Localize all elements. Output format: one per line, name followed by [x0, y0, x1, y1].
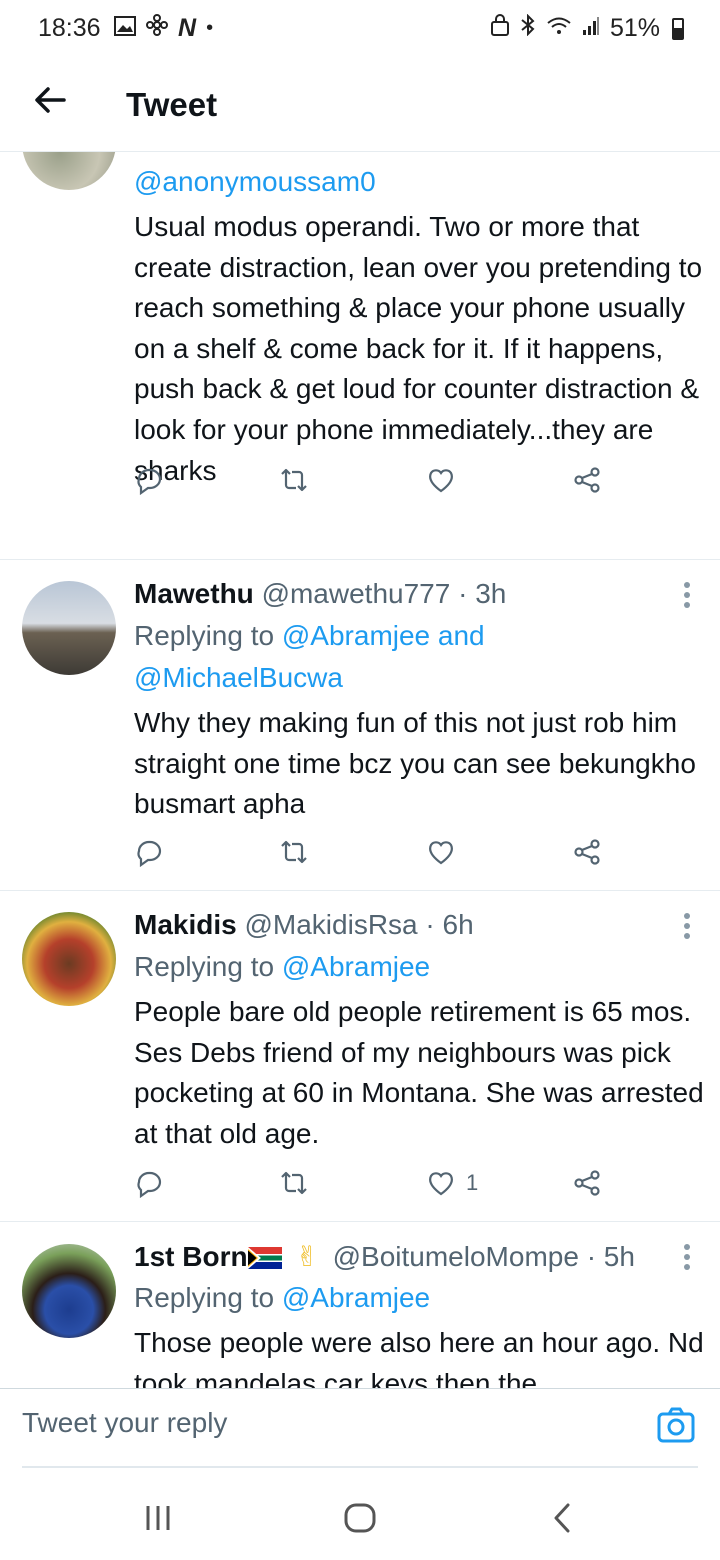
tweet-author[interactable]: Makidis @MakidisRsa · 6h [134, 909, 474, 941]
n-app-icon: N [178, 14, 197, 42]
more-icon[interactable] [682, 1244, 692, 1272]
nav-back-icon[interactable] [542, 1498, 582, 1538]
page-title: Tweet [126, 86, 218, 123]
tweet-item[interactable]: @anonymoussam0 Usual modus operandi. Two… [0, 152, 720, 560]
south-africa-flag-icon [247, 1247, 282, 1269]
like-icon [429, 841, 453, 865]
header: Tweet [0, 58, 720, 152]
reply-icon [137, 1171, 162, 1198]
lock-icon [490, 14, 510, 43]
more-icon[interactable] [682, 582, 692, 610]
recent-apps-icon[interactable] [138, 1498, 178, 1538]
share-icon [574, 467, 600, 493]
reply-composer[interactable]: Tweet your reply [0, 1388, 720, 1468]
tweet-author[interactable]: 1st Born ✌ @BoitumeloMompe · 5h [134, 1240, 635, 1273]
retweet-button[interactable] [278, 1168, 310, 1198]
more-icon[interactable] [682, 913, 692, 941]
share-icon [574, 1170, 600, 1196]
retweet-icon [281, 840, 307, 864]
like-icon [429, 469, 453, 493]
like-icon [429, 1172, 453, 1196]
replying-to: Replying to @Abramjee [134, 1282, 431, 1313]
status-bar: 18:36 N • 51% [0, 0, 720, 58]
dot-icon: • [206, 17, 214, 39]
retweet-icon [281, 468, 307, 492]
retweet-button[interactable] [278, 465, 310, 495]
replying-to: Replying to @Abramjee and @MichaelBucwa [134, 620, 485, 693]
tweet-text: People bare old people retirement is 65 … [134, 996, 704, 1149]
system-nav-bar [0, 1470, 720, 1560]
battery-icon [672, 17, 684, 40]
tweet-text: Those people were also here an hour ago.… [134, 1327, 704, 1388]
share-button[interactable] [572, 465, 602, 495]
divider [22, 1466, 698, 1468]
tweet-actions [134, 465, 614, 501]
battery-percent: 51% [609, 14, 660, 42]
fan-icon [146, 14, 168, 43]
tweet-item[interactable]: Mawethu @mawethu777 · 3h Replying to @Ab… [0, 560, 720, 891]
tweet-feed[interactable]: @anonymoussam0 Usual modus operandi. Two… [0, 152, 720, 1388]
avatar[interactable] [22, 912, 116, 1006]
reply-icon [137, 468, 162, 495]
tweet-item[interactable]: Makidis @MakidisRsa · 6h Replying to @Ab… [0, 891, 720, 1222]
reply-icon [137, 840, 162, 867]
like-button[interactable] [426, 465, 456, 495]
tweet-text: Why they making fun of this not just rob… [134, 707, 696, 820]
share-button[interactable] [572, 837, 602, 867]
avatar[interactable] [22, 1244, 116, 1338]
bluetooth-icon [520, 13, 536, 43]
tweet-actions [134, 837, 614, 873]
tweet-text: Usual modus operandi. Two or more that c… [134, 211, 703, 486]
wifi-icon [546, 14, 572, 43]
back-arrow-icon[interactable] [30, 80, 70, 120]
like-button[interactable] [426, 837, 456, 867]
tweet-author[interactable]: Mawethu @mawethu777 · 3h [134, 578, 506, 610]
share-icon [574, 839, 600, 865]
signal-icon [582, 14, 600, 43]
retweet-icon [281, 1171, 307, 1195]
like-count: 1 [466, 1170, 479, 1195]
share-button[interactable] [572, 1168, 602, 1198]
retweet-button[interactable] [278, 837, 310, 867]
camera-icon[interactable] [656, 1405, 696, 1445]
avatar[interactable] [22, 152, 116, 190]
tweet-actions: 1 [134, 1168, 614, 1204]
like-button[interactable]: 1 [426, 1168, 478, 1198]
home-icon[interactable] [340, 1498, 380, 1538]
reply-button[interactable] [134, 465, 164, 495]
reply-input[interactable]: Tweet your reply [22, 1407, 227, 1439]
status-time: 18:36 [38, 14, 101, 42]
replying-to: Replying to @Abramjee [134, 951, 431, 982]
replying-handle[interactable]: @anonymoussam0 [134, 161, 376, 203]
reply-button[interactable] [134, 1168, 164, 1198]
victory-hand-icon: ✌ [295, 1241, 319, 1272]
tweet-item[interactable]: 1st Born ✌ @BoitumeloMompe · 5h Replying… [0, 1222, 720, 1388]
avatar[interactable] [22, 581, 116, 675]
reply-button[interactable] [134, 837, 164, 867]
gallery-icon [114, 14, 136, 43]
